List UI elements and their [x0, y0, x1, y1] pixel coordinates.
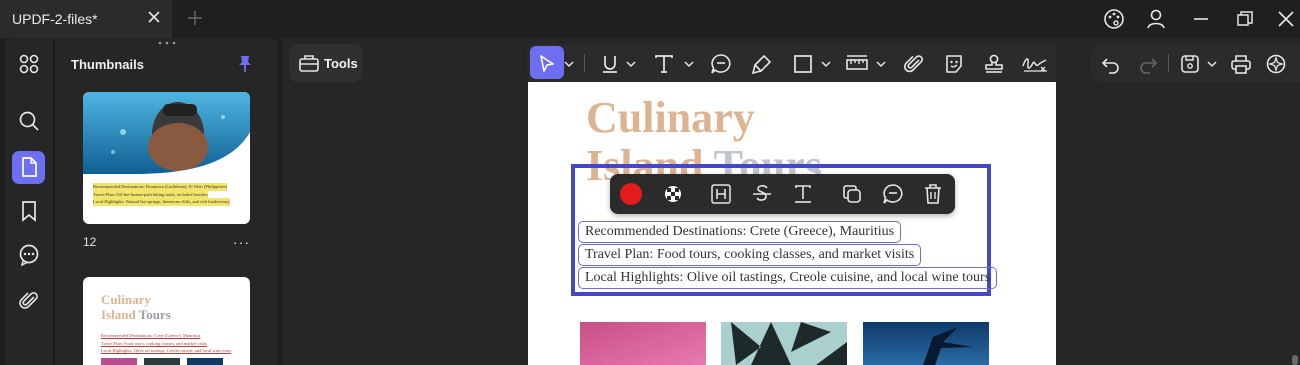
- highlighted-line[interactable]: Travel Plan: Food tours, cooking classes…: [578, 244, 922, 266]
- sunset-image: [580, 322, 706, 365]
- undo-icon[interactable]: [1100, 53, 1122, 75]
- thumbnails-panel: Thumbnails Recommended Destinations: Dom: [54, 38, 278, 365]
- highlighter-icon[interactable]: [751, 53, 773, 75]
- thumb-line: Travel Plan: Food tours, cooking classes…: [101, 340, 207, 346]
- window-close-icon[interactable]: [1275, 8, 1297, 30]
- ai-assistant-icon[interactable]: [1265, 53, 1287, 75]
- thumb-line: Travel Plan: Off-the-beaten-path hiking …: [93, 190, 208, 198]
- color-swatch[interactable]: [619, 182, 643, 206]
- user-icon[interactable]: [1145, 8, 1167, 30]
- rectangle-icon[interactable]: [792, 53, 814, 75]
- night-palm-image: [863, 322, 989, 365]
- left-sidebar: [5, 38, 53, 365]
- copy-icon[interactable]: [841, 183, 863, 205]
- right-toolbar: [1091, 44, 1300, 82]
- highlighted-line[interactable]: Local Highlights: Olive oil tastings, Cr…: [578, 267, 998, 289]
- text-icon[interactable]: [653, 53, 675, 75]
- scrollbar-thumb[interactable]: [1292, 355, 1298, 365]
- tab-title: UPDF-2-files*: [12, 11, 98, 27]
- save-icon[interactable]: [1179, 53, 1201, 75]
- page-thumbnail-12[interactable]: Recommended Destinations: Dominica (Cari…: [83, 92, 250, 224]
- tools-button[interactable]: Tools: [289, 44, 362, 82]
- underline-text-icon[interactable]: [792, 183, 814, 205]
- chevron-down-icon[interactable]: [1206, 53, 1218, 75]
- underline-icon[interactable]: [599, 53, 621, 75]
- highlighted-line[interactable]: Recommended Destinations: Crete (Greece)…: [578, 221, 902, 243]
- document-tab[interactable]: UPDF-2-files*: [0, 0, 172, 38]
- highlight-icon[interactable]: [710, 183, 732, 205]
- chevron-down-icon[interactable]: [625, 53, 637, 75]
- chevron-down-icon[interactable]: [563, 53, 575, 75]
- search-icon[interactable]: [17, 109, 41, 133]
- chevron-down-icon[interactable]: [683, 53, 695, 75]
- tools-label: Tools: [324, 56, 358, 71]
- close-icon[interactable]: [145, 8, 163, 26]
- delete-icon[interactable]: [922, 183, 944, 205]
- resize-grip[interactable]: [158, 41, 176, 45]
- restore-icon[interactable]: [1234, 8, 1256, 30]
- page-thumbnail-13[interactable]: Culinary Island Tours Recommended Destin…: [83, 277, 250, 365]
- attachment-icon[interactable]: [903, 53, 925, 75]
- chevron-down-icon[interactable]: [820, 53, 832, 75]
- annotation-toolbar: [527, 44, 1056, 82]
- title-bar: UPDF-2-files*: [0, 0, 1300, 38]
- stamp-icon[interactable]: [983, 53, 1005, 75]
- document-title: Culinary: [586, 93, 755, 142]
- toolbox-icon: [299, 55, 319, 72]
- thumb-title: Culinary: [101, 292, 151, 307]
- panel-title: Thumbnails: [71, 57, 144, 72]
- ruler-icon[interactable]: [846, 53, 868, 75]
- redo-icon[interactable]: [1137, 53, 1159, 75]
- signature-icon[interactable]: [1021, 53, 1049, 75]
- strikethrough-icon[interactable]: [751, 183, 773, 205]
- print-icon[interactable]: [1230, 53, 1252, 75]
- comment-icon[interactable]: [882, 183, 904, 205]
- chevron-down-icon[interactable]: [875, 53, 887, 75]
- diver-image: [83, 92, 250, 174]
- more-options-button[interactable]: ···: [233, 234, 250, 250]
- document-page: Culinary Island Tours Recommended Destin…: [528, 82, 1056, 365]
- page-number: 12: [83, 235, 97, 249]
- divider: [584, 54, 585, 72]
- thumb-line: Local Highlights: Natural hot springs, l…: [93, 198, 230, 206]
- thumb-line: Recommended Destinations: Dominica (Cari…: [93, 183, 228, 191]
- minimize-icon[interactable]: [1190, 8, 1212, 30]
- thumb-line: Recommended Destinations: Crete (Greece)…: [101, 333, 201, 338]
- thumb-image: [144, 358, 180, 365]
- comment-icon[interactable]: [710, 53, 732, 75]
- theme-icon[interactable]: [1103, 8, 1125, 30]
- grid-icon[interactable]: [17, 52, 41, 76]
- divider: [1168, 54, 1169, 72]
- attachment-icon[interactable]: [17, 289, 41, 313]
- page-icon[interactable]: [17, 155, 41, 179]
- annotation-properties-bar: [610, 174, 955, 214]
- thumb-line: Local Highlights: Olive oil tastings, Cr…: [101, 348, 232, 353]
- thumb-image: [187, 358, 223, 365]
- plus-icon[interactable]: [186, 9, 204, 27]
- opacity-icon[interactable]: [662, 183, 684, 205]
- comment-icon[interactable]: [17, 243, 41, 267]
- thumb-title: Tours: [138, 307, 171, 322]
- thumb-image: [101, 358, 137, 365]
- bookmark-icon[interactable]: [17, 199, 41, 223]
- palm-image: [721, 322, 847, 365]
- select-icon[interactable]: [536, 53, 558, 75]
- sticker-icon[interactable]: [943, 53, 965, 75]
- pin-icon[interactable]: [235, 54, 255, 74]
- thumb-title: Island: [101, 307, 136, 322]
